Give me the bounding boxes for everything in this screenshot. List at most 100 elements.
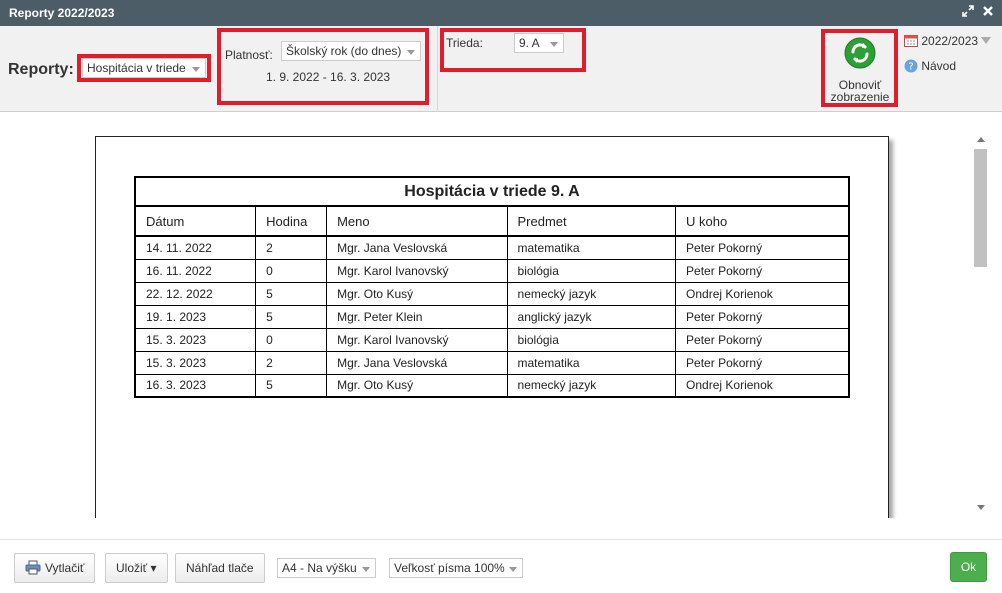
table-row: 16. 3. 2023 5 Mgr. Oto Kusý nemecký jazy… bbox=[134, 373, 850, 398]
highlight-class bbox=[440, 28, 586, 72]
cell-date: 16. 3. 2023 bbox=[134, 373, 257, 398]
cell-teacher: Peter Pokorný bbox=[675, 350, 850, 375]
window-titlebar: Reporty 2022/2023 bbox=[0, 0, 1002, 26]
table-header-row: Dátum Hodina Meno Predmet U koho bbox=[134, 205, 850, 237]
cell-name: Mgr. Oto Kusý bbox=[326, 281, 508, 306]
cell-name: Mgr. Karol Ivanovský bbox=[326, 258, 508, 283]
cell-teacher: Peter Pokorný bbox=[675, 258, 850, 283]
table-row: 16. 11. 2022 0 Mgr. Karol Ivanovský biol… bbox=[134, 258, 850, 283]
report-select-value: Hospitácia v triede bbox=[87, 61, 186, 75]
chevron-down-icon bbox=[192, 67, 200, 72]
paper-orientation-select[interactable]: A4 - Na výšku bbox=[277, 558, 376, 578]
chevron-down-icon bbox=[981, 37, 992, 44]
column-header-teacher: U koho bbox=[675, 205, 850, 237]
report-toolbar: Reporty: Hospitácia v triede Platnosť: Š… bbox=[0, 26, 1002, 112]
cell-teacher: Peter Pokorný bbox=[675, 304, 850, 329]
cell-teacher: Ondrej Korienok bbox=[675, 373, 850, 398]
scroll-up-icon[interactable] bbox=[977, 137, 985, 142]
chevron-down-icon bbox=[509, 567, 517, 572]
report-select[interactable]: Hospitácia v triede bbox=[82, 58, 206, 78]
dialog-footer: Vytlačiť Uložiť ▾ Náhľad tlače A4 - Na v… bbox=[0, 539, 1002, 593]
class-select-value: 9. A bbox=[519, 36, 540, 50]
cell-teacher: Peter Pokorný bbox=[675, 235, 850, 260]
cell-lesson: 5 bbox=[255, 304, 328, 329]
cell-date: 15. 3. 2023 bbox=[134, 327, 257, 352]
cell-date: 22. 12. 2022 bbox=[134, 281, 257, 306]
help-link[interactable]: ? Návod bbox=[904, 59, 956, 76]
save-button[interactable]: Uložiť ▾ bbox=[105, 553, 168, 583]
column-header-name: Meno bbox=[326, 205, 508, 237]
help-label: Návod bbox=[921, 59, 957, 73]
report-title: Hospitácia v triede 9. A bbox=[134, 176, 850, 205]
cell-subject: nemecký jazyk bbox=[506, 281, 677, 306]
cell-lesson: 5 bbox=[255, 281, 328, 306]
school-year-select[interactable]: 2022/2023 bbox=[904, 34, 992, 50]
report-page: Hospitácia v triede 9. A Dátum Hodina Me… bbox=[95, 136, 889, 518]
class-label: Trieda: bbox=[446, 36, 483, 50]
cell-lesson: 2 bbox=[255, 350, 328, 375]
cell-lesson: 0 bbox=[255, 258, 328, 283]
calendar-icon bbox=[904, 34, 918, 50]
column-header-subject: Predmet bbox=[506, 205, 677, 237]
vertical-scrollbar[interactable] bbox=[972, 133, 989, 518]
save-label: Uložiť ▾ bbox=[116, 561, 157, 575]
cell-name: Mgr. Peter Klein bbox=[326, 304, 508, 329]
validity-select-value: Školský rok (do dnes) bbox=[286, 44, 402, 58]
print-label: Vytlačiť bbox=[45, 561, 85, 575]
cell-name: Mgr. Jana Veslovská bbox=[326, 235, 508, 260]
ok-button[interactable]: Ok bbox=[950, 552, 987, 582]
table-row: 14. 11. 2022 2 Mgr. Jana Veslovská matem… bbox=[134, 235, 850, 260]
cell-subject: biológia bbox=[506, 327, 677, 352]
highlight-validity bbox=[217, 28, 429, 105]
scroll-down-icon[interactable] bbox=[977, 505, 985, 510]
validity-select[interactable]: Školský rok (do dnes) bbox=[281, 41, 421, 61]
close-icon[interactable] bbox=[982, 5, 996, 19]
scrollbar-thumb[interactable] bbox=[974, 149, 987, 267]
paper-orientation-value: A4 - Na výšku bbox=[282, 561, 357, 575]
cell-date: 16. 11. 2022 bbox=[134, 258, 257, 283]
validity-label: Platnosť: bbox=[225, 48, 273, 62]
table-row: 19. 1. 2023 5 Mgr. Peter Klein anglický … bbox=[134, 304, 850, 329]
refresh-icon bbox=[844, 37, 876, 72]
printer-icon bbox=[25, 557, 41, 585]
date-range: 1. 9. 2022 - 16. 3. 2023 bbox=[266, 70, 391, 84]
refresh-label-line2: zobrazenie bbox=[830, 90, 890, 104]
cell-teacher: Ondrej Korienok bbox=[675, 281, 850, 306]
cell-lesson: 5 bbox=[255, 373, 328, 398]
print-preview-button[interactable]: Náhľad tlače bbox=[175, 553, 265, 583]
chevron-down-icon bbox=[550, 42, 558, 47]
table-row: 22. 12. 2022 5 Mgr. Oto Kusý nemecký jaz… bbox=[134, 281, 850, 306]
divider bbox=[437, 26, 438, 112]
window-title: Reporty 2022/2023 bbox=[9, 6, 115, 20]
chevron-down-icon bbox=[407, 50, 415, 55]
report-table: Dátum Hodina Meno Predmet U koho 14. 11.… bbox=[134, 205, 850, 398]
refresh-button[interactable]: Obnoviť zobrazenie bbox=[826, 34, 894, 104]
print-preview-label: Náhľad tlače bbox=[186, 561, 254, 575]
reports-label: Reporty: bbox=[8, 61, 74, 78]
cell-name: Mgr. Jana Veslovská bbox=[326, 350, 508, 375]
maximize-icon[interactable] bbox=[962, 5, 976, 19]
class-select[interactable]: 9. A bbox=[514, 33, 564, 53]
chevron-down-icon bbox=[362, 567, 370, 572]
cell-name: Mgr. Oto Kusý bbox=[326, 373, 508, 398]
cell-date: 19. 1. 2023 bbox=[134, 304, 257, 329]
cell-name: Mgr. Karol Ivanovský bbox=[326, 327, 508, 352]
cell-subject: biológia bbox=[506, 258, 677, 283]
table-row: 15. 3. 2023 2 Mgr. Jana Veslovská matema… bbox=[134, 350, 850, 375]
font-size-value: Veľkosť písma 100% bbox=[394, 561, 505, 575]
svg-text:?: ? bbox=[908, 62, 913, 73]
report-preview: Hospitácia v triede 9. A Dátum Hodina Me… bbox=[0, 113, 1002, 518]
column-header-date: Dátum bbox=[134, 205, 257, 237]
cell-subject: matematika bbox=[506, 235, 677, 260]
school-year-value: 2022/2023 bbox=[921, 34, 979, 48]
cell-subject: nemecký jazyk bbox=[506, 373, 677, 398]
print-button[interactable]: Vytlačiť bbox=[14, 553, 96, 585]
cell-lesson: 2 bbox=[255, 235, 328, 260]
font-size-select[interactable]: Veľkosť písma 100% bbox=[389, 558, 523, 578]
cell-date: 14. 11. 2022 bbox=[134, 235, 257, 260]
table-row: 15. 3. 2023 0 Mgr. Karol Ivanovský bioló… bbox=[134, 327, 850, 352]
cell-teacher: Peter Pokorný bbox=[675, 327, 850, 352]
column-header-lesson: Hodina bbox=[255, 205, 328, 237]
cell-date: 15. 3. 2023 bbox=[134, 350, 257, 375]
cell-subject: anglický jazyk bbox=[506, 304, 677, 329]
